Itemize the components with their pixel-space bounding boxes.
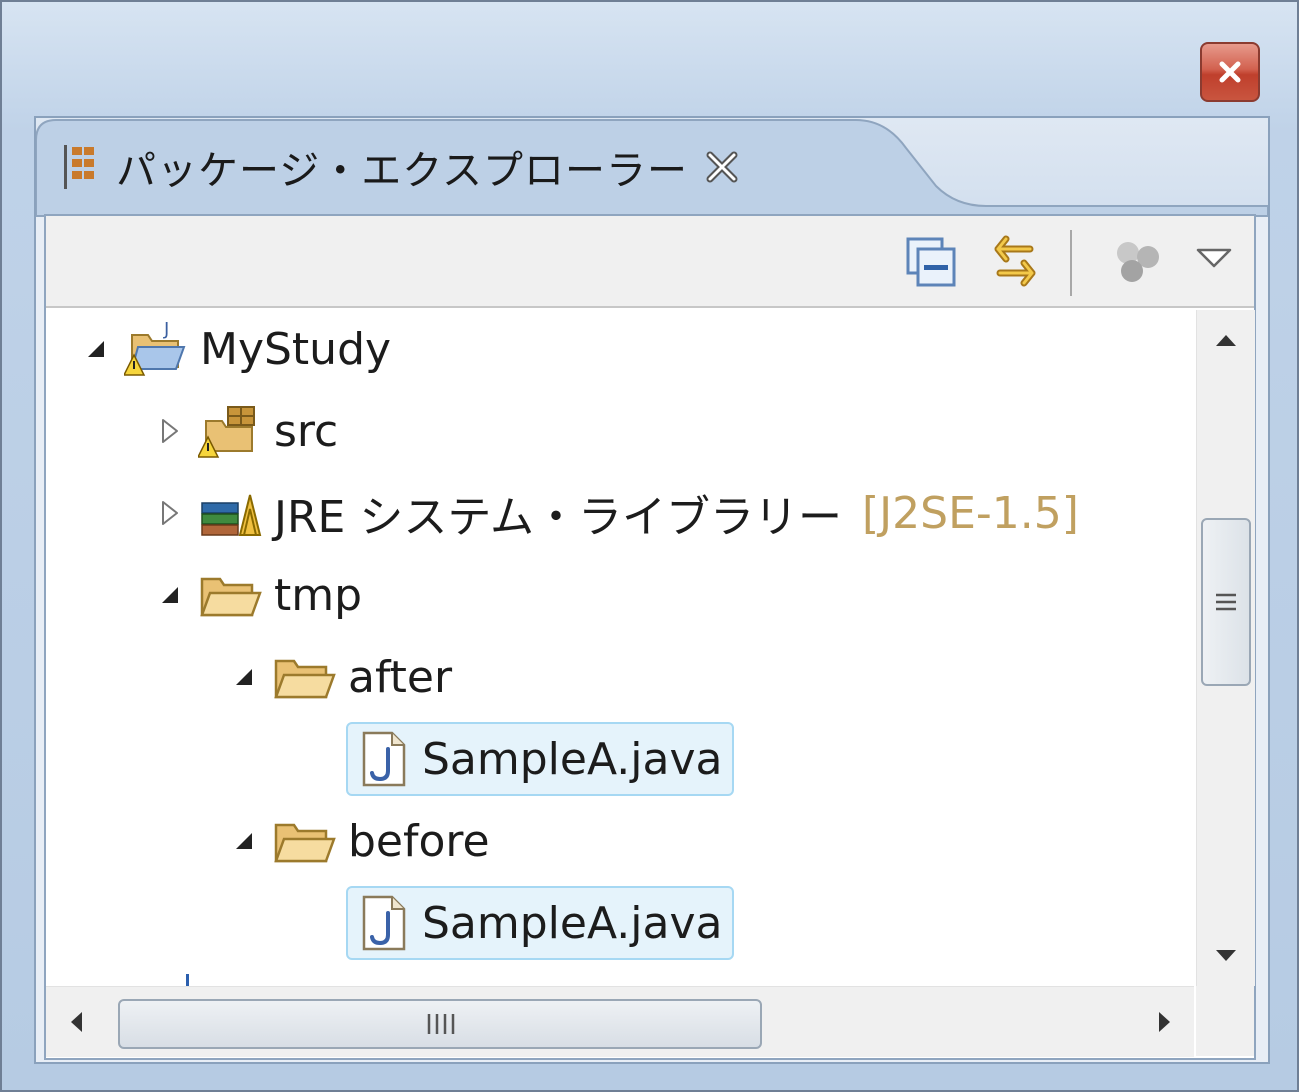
horizontal-scrollbar[interactable] [46,986,1194,1057]
folder-icon [274,659,336,699]
view-content: J MyStudy src JRE システム・ライブラリー [J2SE-1.5]… [44,214,1256,1060]
svg-text:J: J [163,319,169,340]
java-project-warning-icon: J [124,319,186,376]
scroll-right-button[interactable] [1136,987,1194,1057]
tree-node-samplea-before[interactable]: SampleA.java [346,882,735,964]
expanded-arrow-icon [236,833,252,849]
source-folder-warning-icon [198,406,255,458]
vertical-scroll-thumb[interactable] [1201,518,1251,686]
tab-title: パッケージ・エクスプローラー [116,148,688,194]
window-close-button[interactable] [1200,42,1260,102]
scroll-up-icon [1216,335,1236,346]
tree-node-after[interactable]: after [224,636,452,718]
tree-node-samplea-after[interactable]: SampleA.java [346,718,735,800]
folder-icon [274,823,336,863]
link-with-editor-button[interactable] [980,230,1050,294]
tree-node-jre-library[interactable]: JRE システム・ライブラリー [J2SE-1.5] [150,472,1079,554]
package-tree[interactable]: J MyStudy src JRE システム・ライブラリー [J2SE-1.5]… [46,310,1194,986]
explorer-window: パッケージ・エクスプローラー J MyStudy src JRE システム・ライ… [0,0,1299,1092]
tree-node-tmp[interactable]: tmp [150,554,362,636]
jre-version-decoration: [J2SE-1.5] [862,487,1079,539]
scroll-left-icon [71,1012,82,1032]
scroll-down-icon [1216,950,1236,961]
view-toolbar [46,216,1254,308]
java-file-icon [362,895,406,951]
collapsed-arrow-icon [162,501,178,525]
expanded-arrow-icon [236,669,252,685]
tree-node-mystudy[interactable]: J MyStudy [76,310,391,390]
expand-toggle[interactable] [76,329,116,369]
scroll-down-button[interactable] [1197,926,1255,986]
scroll-up-button[interactable] [1197,310,1255,370]
horizontal-scroll-thumb[interactable] [118,999,762,1049]
scroll-right-icon [1159,1012,1170,1032]
selection-highlight: SampleA.java [346,722,735,796]
collapse-all-button[interactable] [896,230,966,294]
grip-icon [1216,593,1236,611]
expanded-arrow-icon [162,587,178,603]
close-icon [1219,61,1241,83]
grip-icon [427,1014,455,1034]
expand-toggle[interactable] [224,657,264,697]
toolbar-separator [1070,230,1072,296]
tab-close-icon[interactable] [702,147,742,187]
java-file-icon [362,731,406,787]
library-icon [201,494,262,536]
scrollbar-corner [1196,986,1254,1056]
package-explorer-tab[interactable]: パッケージ・エクスプローラー [62,136,742,198]
expanded-arrow-icon [88,341,104,357]
expand-toggle[interactable] [224,821,264,861]
view-menu-icon [1196,248,1232,268]
vertical-scrollbar[interactable] [1196,310,1255,986]
package-explorer-icon [64,145,94,189]
tree-node-before[interactable]: before [224,800,490,882]
expand-toggle[interactable] [150,575,190,615]
view-panel: パッケージ・エクスプローラー J MyStudy src JRE システム・ライ… [34,116,1270,1064]
folder-icon [200,577,262,617]
expand-toggle[interactable] [150,493,190,533]
partial-row-marker [186,974,189,986]
selection-highlight: SampleA.java [346,886,735,960]
focus-on-active-task-icon [1117,242,1159,282]
tree-node-src[interactable]: src [150,390,338,472]
focus-on-active-task-button[interactable] [1104,230,1174,294]
expand-toggle[interactable] [150,411,190,451]
scroll-left-button[interactable] [46,987,106,1057]
view-menu-button[interactable] [1184,230,1244,294]
collapsed-arrow-icon [162,419,178,443]
link-with-editor-icon [994,235,1036,287]
collapse-all-icon [906,237,956,287]
